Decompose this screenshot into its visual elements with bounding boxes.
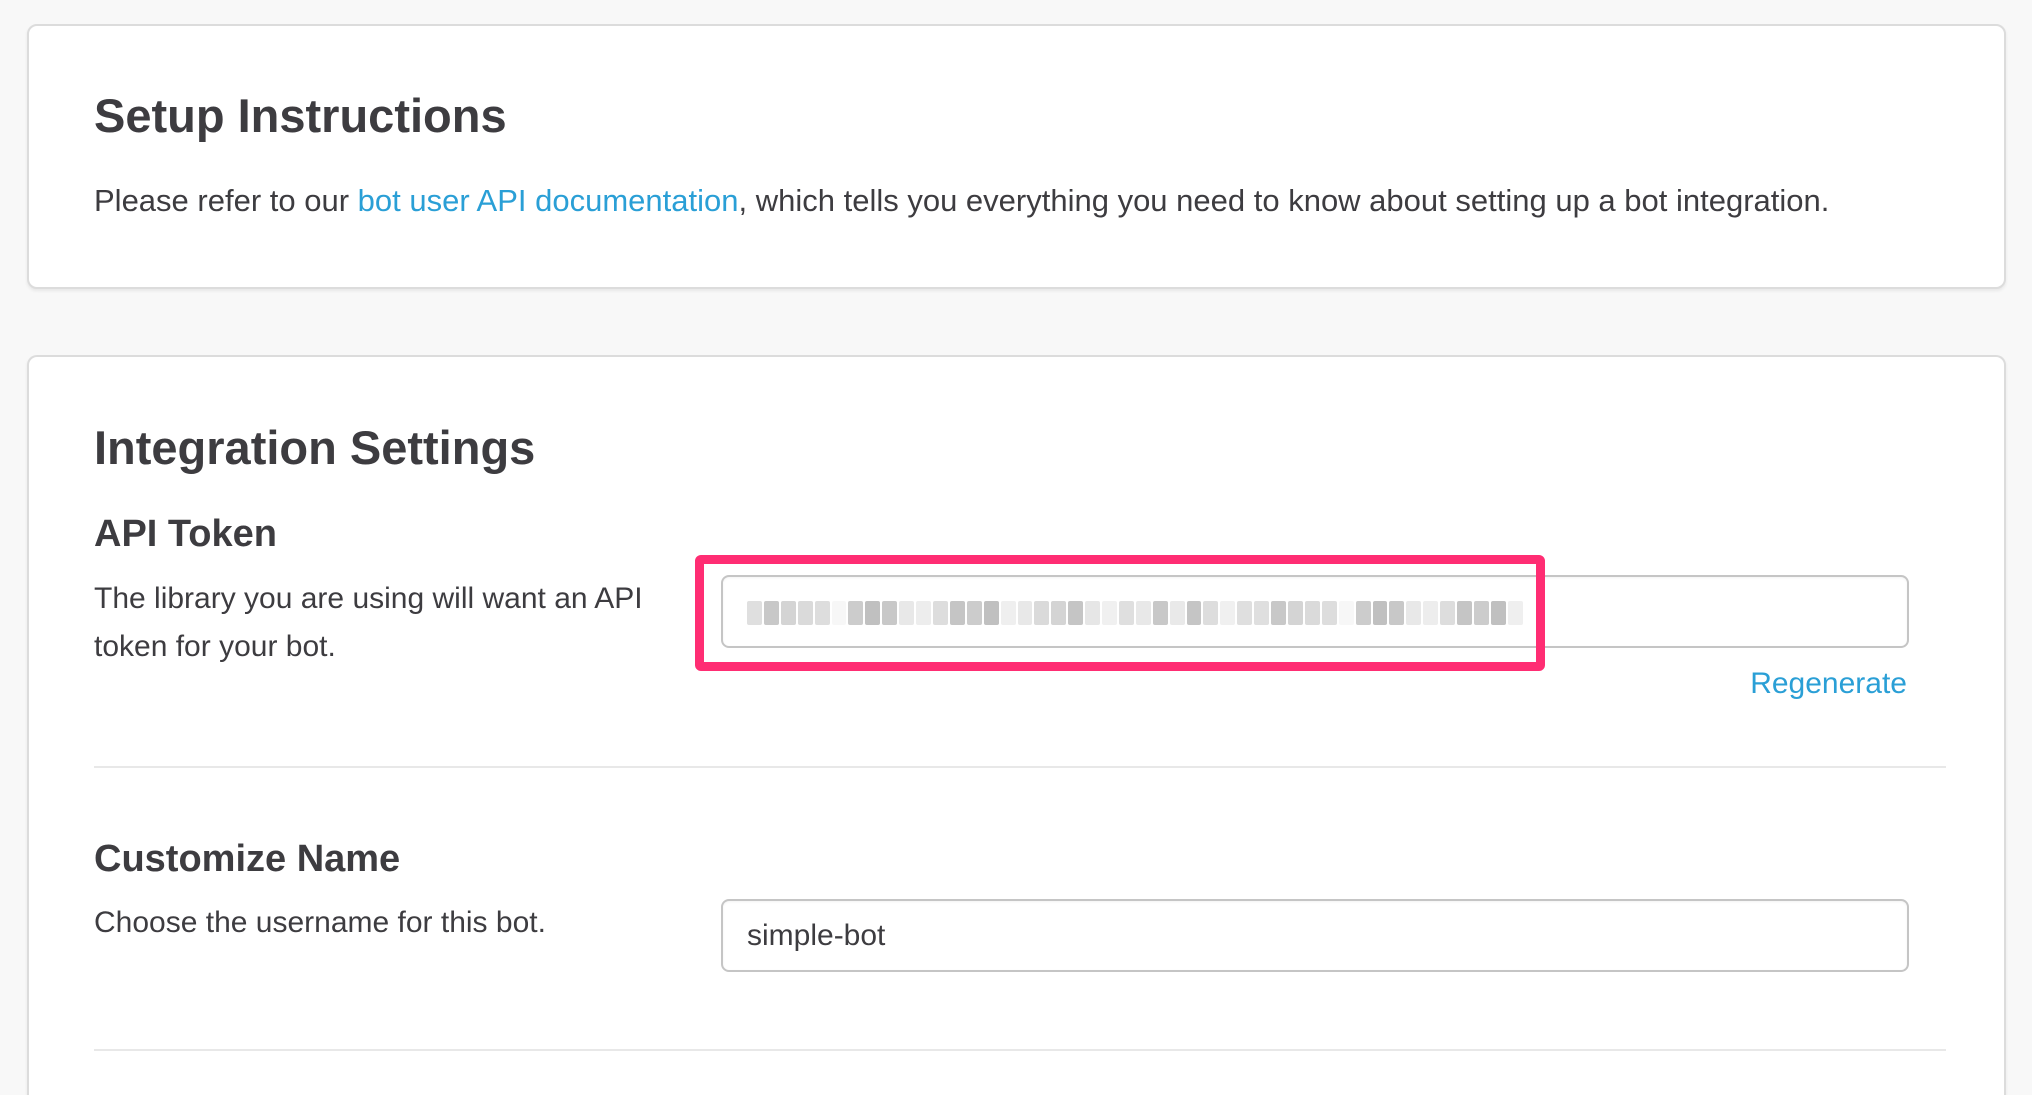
api-token-field[interactable]	[721, 575, 1909, 648]
setup-instructions-card: Setup Instructions Please refer to our b…	[27, 24, 2006, 289]
regenerate-token-link[interactable]: Regenerate	[1750, 667, 1907, 701]
setup-instructions-text: Please refer to our bot user API documen…	[94, 181, 1829, 221]
setup-text-after: , which tells you everything you need to…	[738, 183, 1830, 218]
setup-text-before: Please refer to our	[94, 183, 358, 218]
bot-username-field[interactable]	[721, 899, 1909, 972]
bot-username-input[interactable]	[723, 901, 1907, 970]
integration-settings-title: Integration Settings	[94, 421, 536, 474]
api-token-heading: API Token	[94, 513, 277, 555]
api-documentation-link[interactable]: bot user API documentation	[358, 183, 739, 218]
customize-name-heading: Customize Name	[94, 838, 401, 880]
api-token-blurred-value	[747, 601, 1523, 625]
section-divider	[94, 1049, 1946, 1051]
integration-settings-card: Integration Settings API Token The libra…	[27, 355, 2006, 1095]
section-divider	[94, 766, 1946, 768]
customize-name-description: Choose the username for this bot.	[94, 906, 546, 939]
setup-instructions-title: Setup Instructions	[94, 89, 507, 142]
api-token-description: The library you are using will want an A…	[94, 582, 643, 663]
